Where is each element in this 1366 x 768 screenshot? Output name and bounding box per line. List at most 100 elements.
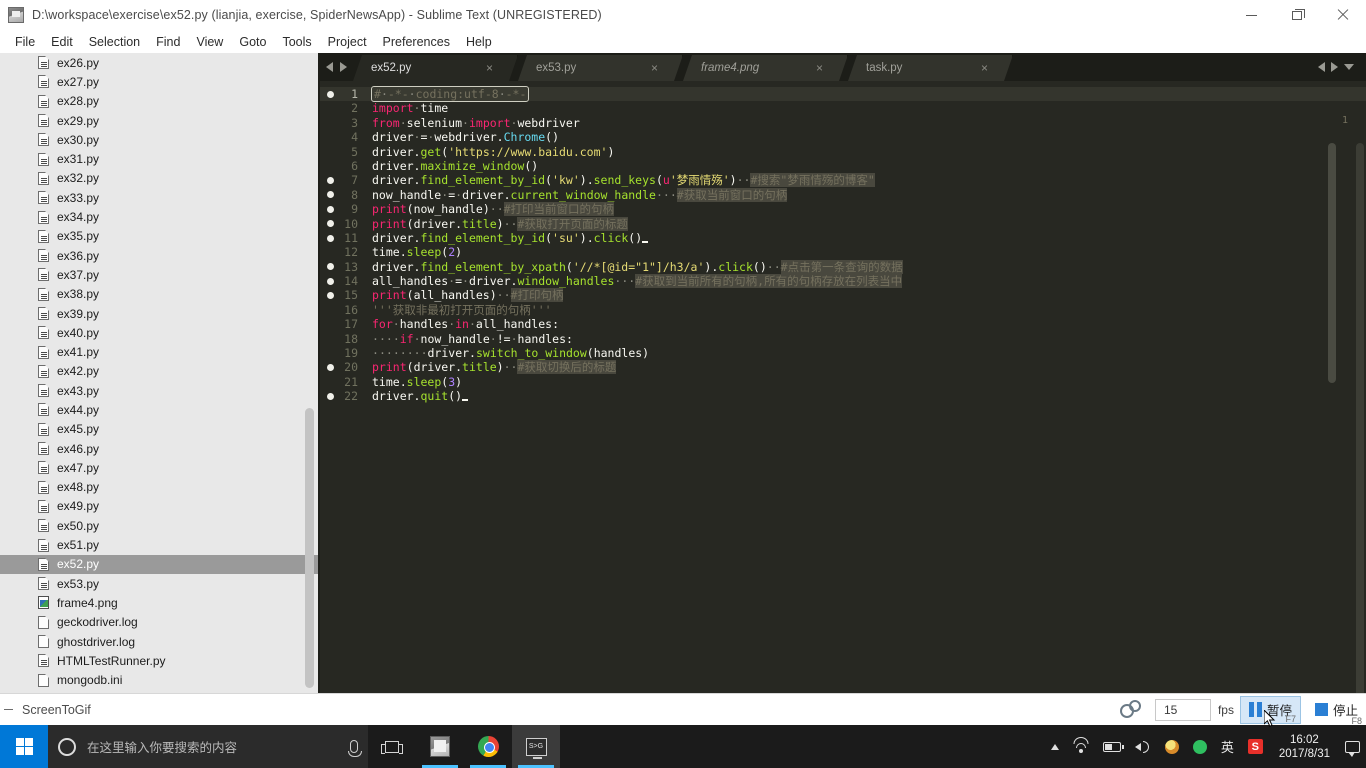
menu-item-goto[interactable]: Goto	[231, 32, 274, 52]
code-line[interactable]: 20 print(driver.title)··#获取切换后的标题	[320, 360, 1366, 375]
menu-item-help[interactable]: Help	[458, 32, 500, 52]
code-editor[interactable]: 1 #·-*-·coding:utf-8·-*- 2 import·time 3 from…	[320, 81, 1366, 693]
sidebar-item-ex44-py[interactable]: ex44.py	[0, 400, 318, 419]
sidebar-item-ex39-py[interactable]: ex39.py	[0, 304, 318, 323]
code-line[interactable]: 11 driver.find_element_by_id('su').click(…	[320, 231, 1366, 245]
sidebar-item-ex40-py[interactable]: ex40.py	[0, 323, 318, 342]
code-line[interactable]: 3 from·selenium·import·webdriver	[320, 116, 1366, 130]
code-line[interactable]: 19 ········driver.switch_to_window(handle…	[320, 346, 1366, 360]
menu-item-tools[interactable]: Tools	[274, 32, 319, 52]
code-line[interactable]: 22 driver.quit()	[320, 389, 1366, 403]
code-line[interactable]: 5 driver.get('https://www.baidu.com')	[320, 145, 1366, 159]
minimize-button[interactable]	[1228, 0, 1274, 30]
ime-indicator[interactable]: 英	[1214, 737, 1241, 756]
sidebar-item-ex26-py[interactable]: ex26.py	[0, 53, 318, 72]
tab-frame4-png[interactable]: frame4.png ×	[683, 55, 848, 81]
bookmark-dot-icon[interactable]	[327, 90, 334, 98]
sidebar-item-ex48-py[interactable]: ex48.py	[0, 478, 318, 497]
sidebar-item-ex29-py[interactable]: ex29.py	[0, 111, 318, 130]
menu-item-file[interactable]: File	[7, 32, 43, 52]
sidebar-item-ex30-py[interactable]: ex30.py	[0, 130, 318, 149]
sidebar-item-ex41-py[interactable]: ex41.py	[0, 342, 318, 361]
sidebar-item-ex28-py[interactable]: ex28.py	[0, 92, 318, 111]
taskbar-app-chrome[interactable]	[464, 725, 512, 768]
code-line[interactable]: 21 time.sleep(3)	[320, 375, 1366, 389]
tray-app-wechat[interactable]	[1186, 739, 1214, 754]
sidebar-item-ex49-py[interactable]: ex49.py	[0, 497, 318, 516]
code-line[interactable]: 16 '''获取非最初打开页面的句柄'''	[320, 303, 1366, 317]
sidebar-item-ghostdriver-log[interactable]: ghostdriver.log	[0, 632, 318, 651]
taskbar-app-screentogif[interactable]: S>G	[512, 725, 560, 768]
sidebar-item-ex36-py[interactable]: ex36.py	[0, 246, 318, 265]
tab-ex52-py[interactable]: ex52.py ×	[353, 55, 518, 81]
tab-ex53-py[interactable]: ex53.py ×	[518, 55, 683, 81]
stop-button[interactable]: 停止 F8	[1307, 695, 1366, 726]
sidebar-item-ex37-py[interactable]: ex37.py	[0, 265, 318, 284]
code-line[interactable]: 8 now_handle·=·driver.current_window_hand…	[320, 187, 1366, 202]
code-line[interactable]: 12 time.sleep(2)	[320, 245, 1366, 259]
menu-item-edit[interactable]: Edit	[43, 32, 81, 52]
sidebar-item-ex33-py[interactable]: ex33.py	[0, 188, 318, 207]
tab-close-icon[interactable]: ×	[651, 62, 658, 74]
sidebar-item-ex43-py[interactable]: ex43.py	[0, 381, 318, 400]
taskbar-clock[interactable]: 16:02 2017/8/31	[1270, 733, 1339, 761]
bookmark-dot-icon[interactable]	[327, 234, 334, 242]
sidebar-item-ex32-py[interactable]: ex32.py	[0, 169, 318, 188]
sidebar-item-ex34-py[interactable]: ex34.py	[0, 207, 318, 226]
sidebar-item-ex46-py[interactable]: ex46.py	[0, 439, 318, 458]
tray-expand-button[interactable]	[1044, 743, 1066, 750]
bookmark-dot-icon[interactable]	[327, 177, 334, 185]
code-line[interactable]: 9 print(now_handle)··#打印当前窗口的句柄	[320, 202, 1366, 217]
sidebar-item-ex31-py[interactable]: ex31.py	[0, 149, 318, 168]
cortana-search-box[interactable]: 在这里输入你要搜索的内容	[48, 725, 368, 768]
sidebar-item-ex47-py[interactable]: ex47.py	[0, 458, 318, 477]
pane-next-icon[interactable]	[1331, 62, 1338, 72]
battery-button[interactable]	[1096, 741, 1128, 752]
menu-item-project[interactable]: Project	[320, 32, 375, 52]
taskbar-app-sublime-text[interactable]	[416, 725, 464, 768]
sidebar-item-frame4-png[interactable]: frame4.png	[0, 593, 318, 612]
sidebar-item-geckodriver-log[interactable]: geckodriver.log	[0, 613, 318, 632]
menu-item-view[interactable]: View	[188, 32, 231, 52]
collapse-icon[interactable]	[4, 709, 13, 710]
tab-task-py[interactable]: task.py ×	[848, 55, 1013, 81]
sidebar-item-ex50-py[interactable]: ex50.py	[0, 516, 318, 535]
code-line[interactable]: 18 ····if·now_handle·!=·handles:	[320, 332, 1366, 346]
code-line[interactable]: 14 all_handles·=·driver.window_handles···…	[320, 274, 1366, 289]
code-line[interactable]: 13 driver.find_element_by_xpath('//*[@id=…	[320, 259, 1366, 274]
sidebar-item-htmltestrunner-py[interactable]: HTMLTestRunner.py	[0, 651, 318, 670]
task-view-button[interactable]	[368, 725, 416, 768]
maximize-restore-button[interactable]	[1274, 0, 1320, 30]
bookmark-dot-icon[interactable]	[327, 277, 334, 285]
pane-prev-icon[interactable]	[1318, 62, 1325, 72]
menu-item-selection[interactable]: Selection	[81, 32, 148, 52]
menu-item-find[interactable]: Find	[148, 32, 188, 52]
code-line[interactable]: 4 driver·=·webdriver.Chrome()	[320, 130, 1366, 144]
sidebar-file-tree[interactable]: ex26.py ex27.py ex28.py ex29.py ex30.py ex31.…	[0, 53, 318, 693]
microphone-icon[interactable]	[348, 740, 362, 757]
pane-overflow-chevron-down-icon[interactable]	[1344, 64, 1354, 70]
fps-input[interactable]: 15	[1154, 698, 1211, 721]
gear-icon[interactable]	[1119, 699, 1145, 721]
code-line[interactable]: 15 print(all_handles)··#打印句柄	[320, 288, 1366, 303]
tab-close-icon[interactable]: ×	[816, 62, 823, 74]
editor-vertical-scrollbar[interactable]	[1328, 143, 1336, 383]
sidebar-scrollbar[interactable]	[305, 408, 314, 688]
code-line[interactable]: 1 #·-*-·coding:utf-8·-*-	[320, 86, 1366, 102]
tab-nav-arrows[interactable]	[320, 53, 353, 81]
editor-minimap[interactable]: 1	[1306, 109, 1366, 693]
tab-close-icon[interactable]: ×	[981, 62, 988, 74]
action-center-icon[interactable]	[1345, 740, 1360, 757]
volume-button[interactable]	[1128, 740, 1158, 753]
code-line[interactable]: 7 driver.find_element_by_id('kw').send_ke…	[320, 173, 1366, 188]
sidebar-item-ex27-py[interactable]: ex27.py	[0, 72, 318, 91]
sidebar-item-ex53-py[interactable]: ex53.py	[0, 574, 318, 593]
tab-close-icon[interactable]: ×	[486, 62, 493, 74]
bookmark-dot-icon[interactable]	[327, 392, 334, 400]
code-line[interactable]: 6 driver.maximize_window()	[320, 159, 1366, 173]
sogou-input-button[interactable]: S	[1241, 739, 1270, 754]
tab-prev-icon[interactable]	[326, 62, 333, 72]
tray-app-misc[interactable]	[1158, 739, 1186, 754]
sidebar-item-ex38-py[interactable]: ex38.py	[0, 285, 318, 304]
code-line[interactable]: 10 print(driver.title)··#获取打开页面的标题	[320, 216, 1366, 231]
